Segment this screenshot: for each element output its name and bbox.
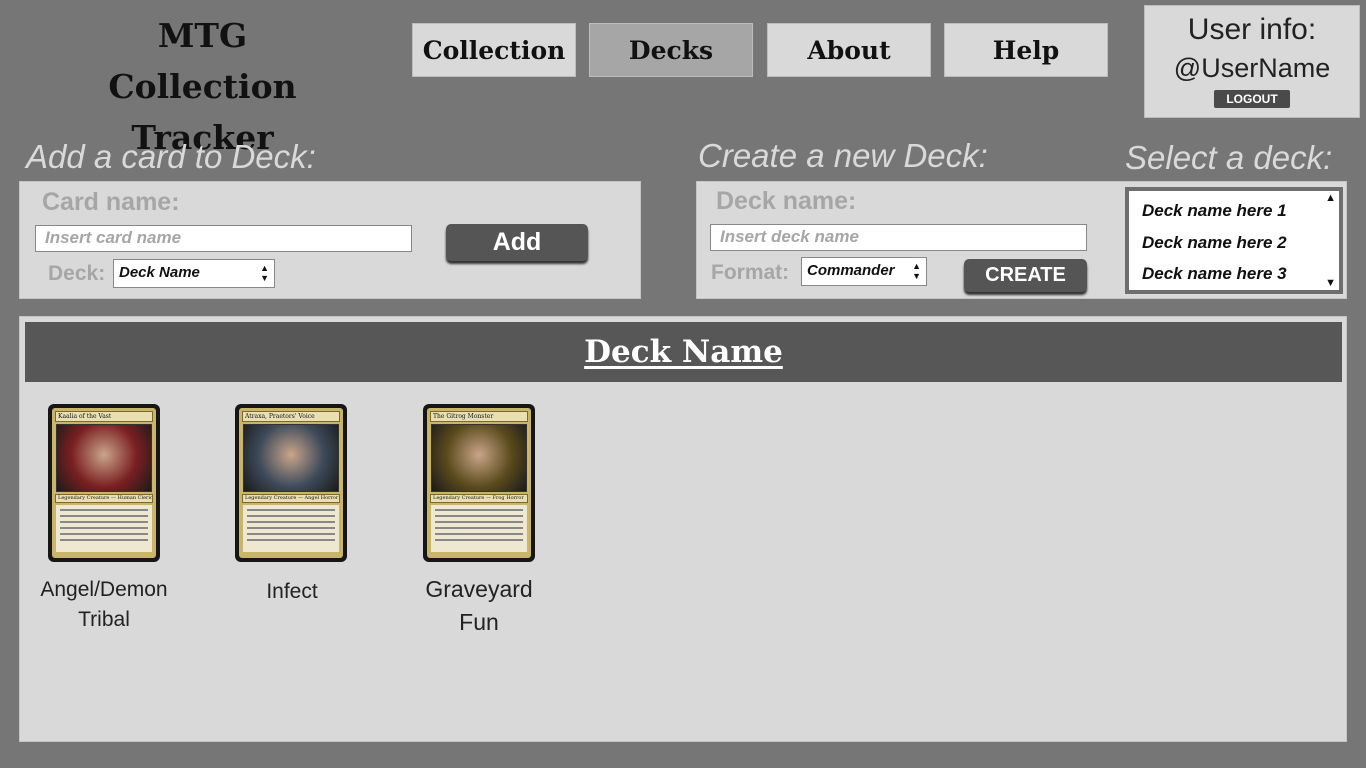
card-caption: Graveyard Fun xyxy=(425,576,533,635)
deck-label: Deck: xyxy=(48,262,106,285)
card-type-line: Legendary Creature — Angel Horror xyxy=(242,494,340,503)
add-card-title: Add a card to Deck: xyxy=(26,138,316,175)
add-card-panel: Card name: Insert card name Add Deck: De… xyxy=(19,181,641,299)
deck-card-gitrog[interactable]: The Gitrog Monster Legendary Creature — … xyxy=(423,404,535,562)
card-frame: Atraxa, Praetors' Voice Legendary Creatu… xyxy=(239,408,343,558)
card-type-line: Legendary Creature — Human Cleric xyxy=(55,494,153,503)
deck-list-item[interactable]: Deck name here 3 xyxy=(1129,258,1339,290)
card-art xyxy=(56,424,152,492)
card-name-input[interactable]: Insert card name xyxy=(35,225,412,252)
create-deck-button[interactable]: CREATE xyxy=(964,259,1087,292)
user-info-label: User info: xyxy=(1187,13,1317,46)
nav-help-button[interactable]: Help xyxy=(944,23,1108,77)
logout-button[interactable]: LOGOUT xyxy=(1214,90,1290,108)
card-frame: Kaalia of the Vast Legendary Creature — … xyxy=(52,408,156,558)
format-label: Format: xyxy=(711,261,790,284)
deck-list-item[interactable]: Deck name here 2 xyxy=(1129,227,1339,259)
scroll-up-icon[interactable]: ▲ xyxy=(1325,192,1336,204)
deck-select-list[interactable]: Deck name here 1 Deck name here 2 Deck n… xyxy=(1125,187,1343,294)
deck-select[interactable]: Deck Name ▲ ▼ xyxy=(113,259,275,288)
format-select-value: Commander xyxy=(807,262,895,279)
card-name: The Gitrog Monster xyxy=(430,411,528,422)
card-text-box xyxy=(431,505,527,552)
add-card-button[interactable]: Add xyxy=(446,224,588,261)
select-arrows-icon: ▲ ▼ xyxy=(912,261,921,281)
card-name: Atraxa, Praetors' Voice xyxy=(242,411,340,422)
card-name-label: Card name: xyxy=(42,188,180,216)
select-arrows-icon: ▲ ▼ xyxy=(260,263,269,283)
deck-view-title: Deck Name xyxy=(25,322,1342,382)
card-type-line: Legendary Creature — Frog Horror xyxy=(430,494,528,503)
card-caption: Infect xyxy=(266,580,318,603)
card-name: Kaalia of the Vast xyxy=(55,411,153,422)
card-art xyxy=(431,424,527,492)
deck-list-item[interactable]: Deck name here 1 xyxy=(1129,195,1339,227)
create-deck-title: Create a new Deck: xyxy=(698,137,988,174)
deck-name-label: Deck name: xyxy=(716,187,857,215)
card-text-box xyxy=(243,505,339,552)
deck-card-kaalia[interactable]: Kaalia of the Vast Legendary Creature — … xyxy=(48,404,160,562)
card-frame: The Gitrog Monster Legendary Creature — … xyxy=(427,408,531,558)
card-text-box xyxy=(56,505,152,552)
deck-name-input[interactable]: Insert deck name xyxy=(710,224,1087,251)
deck-card-atraxa[interactable]: Atraxa, Praetors' Voice Legendary Creatu… xyxy=(235,404,347,562)
nav-decks-button[interactable]: Decks xyxy=(589,23,753,77)
format-select[interactable]: Commander ▲ ▼ xyxy=(801,257,927,286)
select-deck-title: Select a deck: xyxy=(1125,139,1333,176)
nav-about-button[interactable]: About xyxy=(767,23,931,77)
username: @UserName xyxy=(1173,53,1331,83)
user-info-panel: User info: @UserName LOGOUT xyxy=(1144,5,1360,118)
nav-collection-button[interactable]: Collection xyxy=(412,23,576,77)
deck-select-value: Deck Name xyxy=(119,264,200,281)
card-caption: Angel/Demon Tribal xyxy=(40,578,168,631)
card-art xyxy=(243,424,339,492)
scroll-down-icon[interactable]: ▼ xyxy=(1325,277,1336,289)
